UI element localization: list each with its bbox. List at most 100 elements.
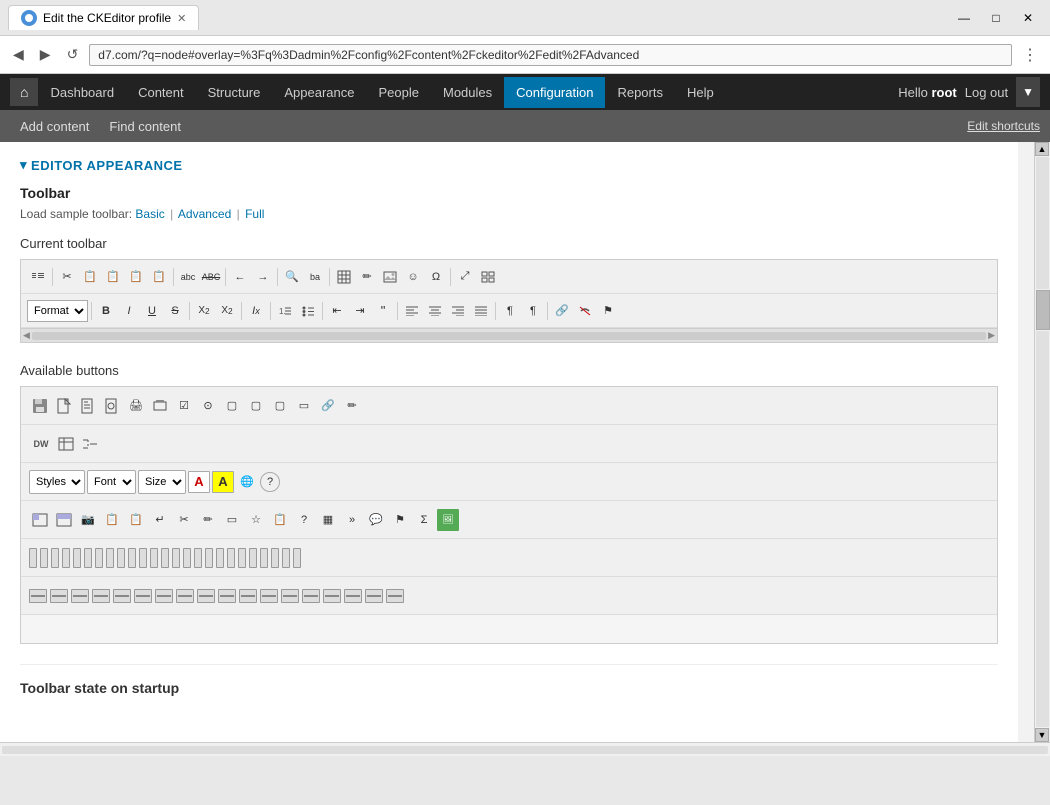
advanced-toolbar-link[interactable]: Advanced [178,207,231,221]
avail-vsep-btn-12[interactable] [150,548,158,568]
url-input[interactable] [89,44,1012,66]
tb-ul-btn[interactable] [297,300,319,322]
tb-show-blocks-btn[interactable] [477,266,499,288]
forward-button[interactable]: ▶ [35,44,56,65]
avail-textcolor-btn[interactable]: A [188,471,210,493]
avail-select-btn[interactable]: ▢ [269,395,291,417]
tb-unlink-btn[interactable] [574,300,596,322]
minimize-button[interactable]: — [950,8,978,28]
avail-vsep-btn-3[interactable] [51,548,59,568]
avail-vsep-btn-14[interactable] [172,548,180,568]
avail-bgcolor-btn[interactable]: A [212,471,234,493]
tb-justifyleft-btn[interactable] [401,300,423,322]
avail-hsep-btn-18[interactable] [386,589,404,603]
tb-table-btn[interactable] [333,266,355,288]
tb-search-btn[interactable]: 🔍 [281,266,303,288]
avail-vsep-btn-11[interactable] [139,548,147,568]
scroll-up-btn[interactable]: ▲ [1035,142,1049,156]
styles-select[interactable]: Styles [29,470,85,494]
tb-italic-btn[interactable]: I [118,300,140,322]
avail-templates-btn[interactable] [77,395,99,417]
tb-redo-btn[interactable]: → [252,266,274,288]
avail-vsep-btn-10[interactable] [128,548,136,568]
tb-smiley-btn[interactable]: ☺ [402,266,424,288]
avail-vsep-btn-7[interactable] [95,548,103,568]
avail-checkbox-btn[interactable]: ☑ [173,395,195,417]
avail-vsep-btn-13[interactable] [161,548,169,568]
avail-hsep-btn-10[interactable] [218,589,236,603]
avail-textfield-btn[interactable]: ▢ [221,395,243,417]
tb-removeformat-btn[interactable]: Ix [245,300,267,322]
avail-chevron-btn[interactable]: » [341,509,363,531]
tb-undo-btn[interactable]: ← [229,266,251,288]
tb-bold-btn[interactable]: B [95,300,117,322]
tb-maximize-btn[interactable]: ⤢ [454,266,476,288]
avail-help-btn[interactable]: ? [260,472,280,492]
tb-bidi2-btn[interactable]: ¶ [522,300,544,322]
avail-hsep-btn-16[interactable] [344,589,362,603]
scroll-thumb[interactable] [1036,290,1050,330]
avail-newdoc-btn[interactable] [53,395,75,417]
avail-vsep-btn-2[interactable] [40,548,48,568]
avail-save-btn[interactable] [29,395,51,417]
avail-vsep-btn-19[interactable] [227,548,235,568]
close-tab-button[interactable]: ✕ [177,12,186,25]
avail-vsep-btn-9[interactable] [117,548,125,568]
nav-item-content[interactable]: Content [126,77,196,108]
avail-print-btn[interactable]: 🖨 [125,395,147,417]
font-select[interactable]: Font [87,470,136,494]
avail-hsep-btn-12[interactable] [260,589,278,603]
avail-vsep-btn-22[interactable] [260,548,268,568]
avail-star-btn[interactable]: ☆ [245,509,267,531]
tb-edit-btn[interactable]: ✏ [356,266,378,288]
back-button[interactable]: ◀ [8,44,29,65]
avail-vsep-btn-20[interactable] [238,548,246,568]
tb-link-btn[interactable]: 🔗 [551,300,573,322]
tb-anchor-btn[interactable]: ⚑ [597,300,619,322]
avail-dw-btn[interactable]: DW [29,433,53,455]
avail-comment-btn[interactable]: 💬 [365,509,387,531]
avail-hsep-btn-3[interactable] [71,589,89,603]
tb-paste-word-btn[interactable]: 📋 [148,266,170,288]
avail-vsep-btn-5[interactable] [73,548,81,568]
tb-bidi-btn[interactable]: ¶ [499,300,521,322]
tb-cut-btn[interactable]: ✂ [56,266,78,288]
tb-special-char-btn[interactable]: Ω [425,266,447,288]
avail-vsep-btn-25[interactable] [293,548,301,568]
avail-docprops-btn[interactable] [101,395,123,417]
avail-list-indent-btn[interactable] [79,433,101,455]
avail-imagebutton-btn[interactable]: ✏ [341,395,363,417]
avail-hsep-btn-1[interactable] [29,589,47,603]
avail-clip3-btn[interactable]: 📋 [269,509,291,531]
nav-item-reports[interactable]: Reports [605,77,675,108]
avail-vsep-btn-6[interactable] [84,548,92,568]
avail-grid-btn[interactable]: ▦ [317,509,339,531]
tb-sup-btn[interactable]: X2 [216,300,238,322]
avail-language-btn[interactable]: 🌐 [236,471,258,493]
avail-hsep-btn-4[interactable] [92,589,110,603]
tb-copy-btn[interactable]: 📋 [79,266,101,288]
tb-indent-btn[interactable]: ⇥ [349,300,371,322]
format-select[interactable]: Format [27,300,88,322]
avail-vsep-btn-23[interactable] [271,548,279,568]
tb-find-btn[interactable]: abc [177,266,199,288]
avail-pencil-btn[interactable]: ✏ [197,509,219,531]
avail-vsep-btn-17[interactable] [205,548,213,568]
basic-toolbar-link[interactable]: Basic [135,207,164,221]
avail-sigma-btn[interactable]: Σ [413,509,435,531]
nav-item-dashboard[interactable]: Dashboard [38,77,126,108]
avail-button-btn[interactable]: ▭ [293,395,315,417]
avail-flag-btn[interactable]: ⚑ [389,509,411,531]
avail-vsep-btn-15[interactable] [183,548,191,568]
avail-tablerow-btn[interactable] [53,509,75,531]
horizontal-scrollbar[interactable] [0,742,1050,756]
close-button[interactable]: ✕ [1014,8,1042,28]
avail-hsep-btn-13[interactable] [281,589,299,603]
add-content-link[interactable]: Add content [10,113,99,140]
avail-radio-btn[interactable]: ⊙ [197,395,219,417]
tb-outdent-btn[interactable]: ⇤ [326,300,348,322]
tb-justifyblock-btn[interactable] [470,300,492,322]
tb-strike-btn[interactable]: S [164,300,186,322]
size-select[interactable]: Size [138,470,186,494]
avail-enter-btn[interactable]: ↵ [149,509,171,531]
